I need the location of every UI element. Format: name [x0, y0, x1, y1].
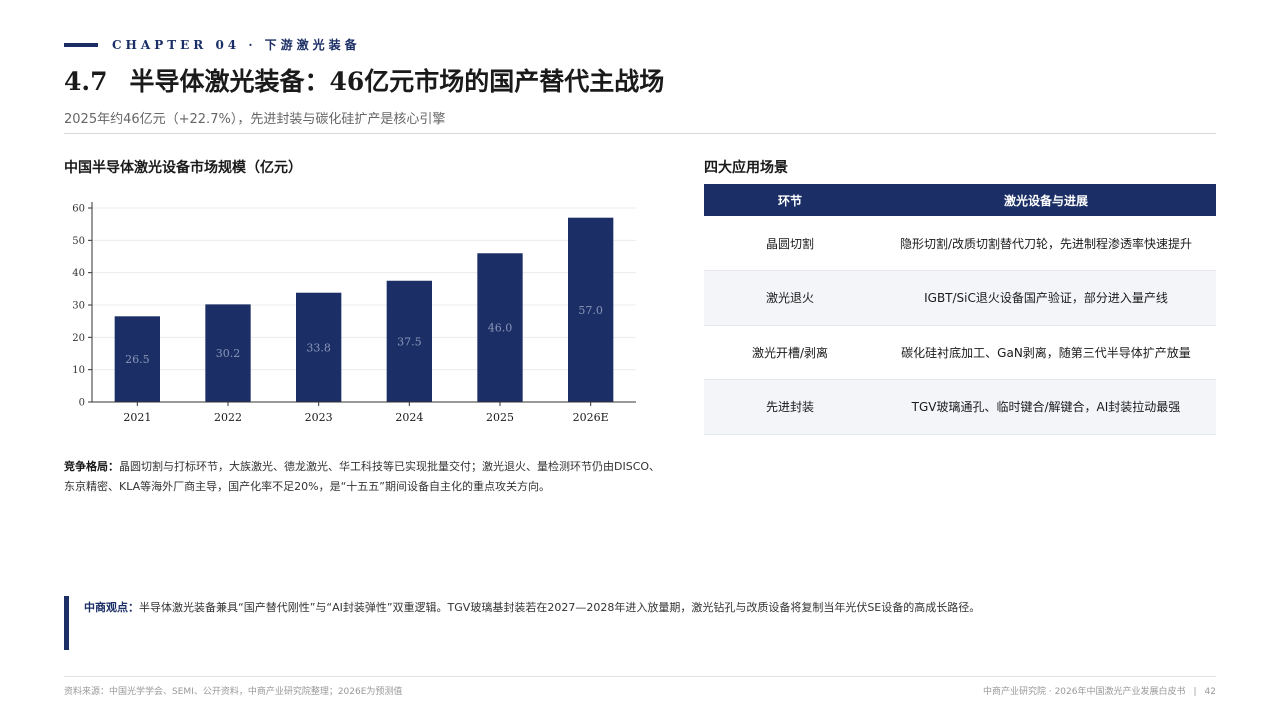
table-cell-progress: 隐形切割/改质切割替代刀轮，先进制程渗透率快速提升 — [876, 216, 1216, 271]
x-tick-label: 2026E — [573, 411, 609, 424]
x-tick-label: 2021 — [123, 411, 151, 424]
market-size-chart: 0 10 20 30 40 50 60 26.5 2021 30.2 2022 33.8 2023 37.… — [64, 192, 640, 432]
chapter-label: CHAPTER 04 · 下游激光装备 — [112, 38, 361, 52]
y-tick-label: 50 — [72, 236, 85, 247]
competition-label: 竞争格局： — [64, 460, 119, 473]
table-cell-progress: 碳化硅衬底加工、GaN剥离，随第三代半导体扩产放量 — [876, 325, 1216, 380]
viewpoint-content: 中商观点：半导体激光装备兼具“国产替代刚性”与“AI封装弹性”双重逻辑。TGV玻… — [84, 599, 980, 615]
viewpoint-label: 中商观点： — [84, 601, 139, 614]
chapter-accent-bar — [64, 42, 98, 47]
footer-divider — [64, 676, 1216, 677]
y-tick-label: 0 — [79, 398, 85, 409]
viewpoint-accent-bar — [64, 596, 69, 650]
table-cell-stage: 晶圆切割 — [704, 216, 876, 271]
footer-separator: | — [1193, 687, 1197, 697]
page-number: 42 — [1204, 687, 1216, 697]
footer-publisher-block: 中商产业研究院 · 2026年中国激光产业发展白皮书 | 42 — [983, 684, 1216, 697]
y-tick-label: 60 — [72, 204, 85, 215]
x-tick-label: 2023 — [305, 411, 333, 424]
section-number: 4.7 — [64, 67, 108, 96]
table-title: 四大应用场景 — [704, 160, 788, 176]
table-cell-stage: 先进封装 — [704, 379, 876, 435]
bar-value-label: 30.2 — [216, 347, 241, 360]
page-title: 4.7 半导体激光装备：46亿元市场的国产替代主战场 — [64, 62, 664, 98]
footer-source: 资料来源：中国光学学会、SEMI、公开资料，中商产业研究院整理；2026E为预测… — [64, 687, 403, 697]
table-header-stage: 环节 — [704, 184, 876, 216]
viewpoint-text: 半导体激光装备兼具“国产替代刚性”与“AI封装弹性”双重逻辑。TGV玻璃基封装若… — [139, 601, 981, 614]
competition-text: 晶圆切割与打标环节，大族激光、德龙激光、华工科技等已实现批量交付；激光退火、量检… — [64, 460, 661, 493]
table-header-row: 环节 激光设备与进展 — [704, 184, 1216, 216]
table-row: 激光开槽/剥离 碳化硅衬底加工、GaN剥离，随第三代半导体扩产放量 — [704, 325, 1216, 380]
x-tick-label: 2024 — [395, 411, 423, 424]
y-tick-label: 20 — [72, 333, 85, 344]
application-table: 环节 激光设备与进展 晶圆切割 隐形切割/改质切割替代刀轮，先进制程渗透率快速提… — [704, 184, 1216, 435]
bar-value-label: 57.0 — [578, 304, 603, 317]
y-tick-label: 40 — [72, 268, 85, 279]
competition-note: 竞争格局：晶圆切割与打标环节，大族激光、德龙激光、华工科技等已实现批量交付；激光… — [64, 457, 664, 497]
x-tick-label: 2022 — [214, 411, 242, 424]
table-row: 先进封装 TGV玻璃通孔、临时键合/解键合，AI封装拉动最强 — [704, 379, 1216, 435]
chart-title: 中国半导体激光设备市场规模（亿元） — [64, 160, 302, 176]
footer-publisher: 中商产业研究院 · 2026年中国激光产业发展白皮书 — [983, 687, 1186, 697]
table-header-progress: 激光设备与进展 — [876, 184, 1216, 216]
y-tick-label: 10 — [72, 365, 85, 376]
table-cell-stage: 激光开槽/剥离 — [704, 325, 876, 380]
table-cell-progress: TGV玻璃通孔、临时键合/解键合，AI封装拉动最强 — [876, 379, 1216, 435]
table-row: 晶圆切割 隐形切割/改质切割替代刀轮，先进制程渗透率快速提升 — [704, 216, 1216, 271]
x-tick-label: 2025 — [486, 411, 514, 424]
page-subtitle: 2025年约46亿元（+22.7%），先进封装与碳化硅扩产是核心引擎 — [64, 112, 446, 127]
title-text: 半导体激光装备：46亿元市场的国产替代主战场 — [129, 67, 665, 96]
viewpoint-callout: 中商观点：半导体激光装备兼具“国产替代刚性”与“AI封装弹性”双重逻辑。TGV玻… — [64, 596, 1216, 650]
bar-chart-svg: 0 10 20 30 40 50 60 26.5 2021 30.2 2022 33.8 2023 37.… — [72, 202, 636, 424]
bar-value-label: 26.5 — [125, 353, 150, 366]
header-divider — [64, 133, 1216, 134]
bar-value-label: 46.0 — [488, 322, 513, 335]
table-row: 激光退火 IGBT/SiC退火设备国产验证，部分进入量产线 — [704, 270, 1216, 326]
table-cell-progress: IGBT/SiC退火设备国产验证，部分进入量产线 — [876, 270, 1216, 326]
bar-value-label: 37.5 — [397, 335, 422, 348]
y-tick-label: 30 — [72, 301, 85, 312]
bar-value-label: 33.8 — [306, 341, 331, 354]
table-cell-stage: 激光退火 — [704, 270, 876, 326]
chapter-header: CHAPTER 04 · 下游激光装备 — [64, 36, 361, 53]
